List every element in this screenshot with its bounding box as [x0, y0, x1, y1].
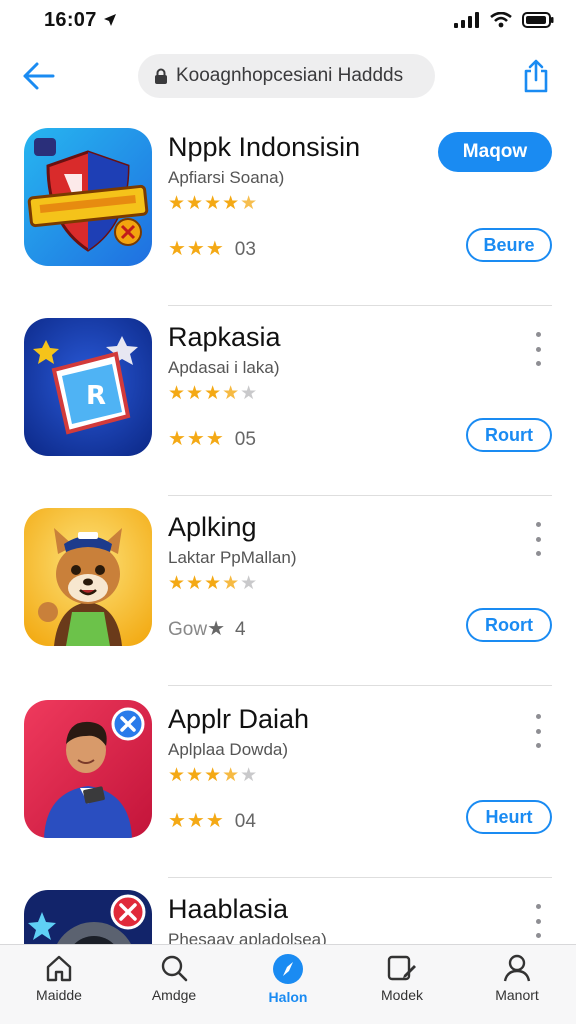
status-icons — [454, 12, 554, 28]
row-divider — [168, 685, 552, 686]
app-subtitle: Apfiarsi Soana) — [168, 168, 285, 187]
tab-edit[interactable]: Modek — [352, 953, 452, 1017]
svg-text:R: R — [86, 381, 106, 411]
status-time: 16:07 — [44, 9, 117, 32]
tab-label: Maidde — [36, 987, 82, 1003]
search-icon — [161, 955, 188, 982]
meta-number: 04 — [234, 811, 256, 832]
secondary-action-button[interactable]: Heurt — [466, 800, 552, 834]
more-options-icon[interactable] — [528, 522, 548, 556]
wifi-icon — [490, 12, 512, 28]
app-row[interactable]: Applr Daiah Aplplaa Dowda) ★★★★★ ★★★ 04 H… — [0, 688, 576, 878]
star-rating: ★★★★★ — [168, 765, 259, 786]
app-name[interactable]: Haablasia — [168, 894, 288, 925]
app-name[interactable]: Aplking — [168, 512, 257, 543]
more-options-icon[interactable] — [528, 714, 548, 748]
star-rating: ★★★★★ — [168, 383, 259, 404]
tab-label: Halon — [268, 989, 308, 1005]
meta-number: 4 — [235, 619, 246, 640]
nav-bar: Kooagnhopcesiani Haddds — [0, 50, 576, 104]
flag-ticket-icon[interactable]: R — [24, 318, 152, 456]
meta-number: 05 — [234, 429, 256, 450]
tab-label: Manort — [495, 987, 539, 1003]
app-name[interactable]: Nppk Indonsisin — [168, 132, 360, 163]
meta-prefix: Gow — [168, 619, 208, 640]
fox-mascot-icon[interactable] — [24, 508, 152, 646]
battery-icon — [522, 12, 554, 28]
tab-label: Amdge — [151, 987, 197, 1003]
app-name[interactable]: Rapkasia — [168, 322, 281, 353]
share-icon — [524, 59, 548, 93]
shield-game-icon[interactable] — [24, 128, 152, 266]
status-time-text: 16:07 — [44, 9, 97, 31]
app-meta: ★★★ 03 — [168, 238, 256, 260]
app-subtitle: Laktar PpMallan) — [168, 548, 297, 567]
tab-bar: Maidde Amdge Halon Modek Manort — [0, 944, 576, 1024]
lock-icon — [154, 68, 168, 84]
app-meta: ★★★ 04 — [168, 810, 256, 832]
more-options-icon[interactable] — [528, 332, 548, 366]
app-subtitle: Phesaay apladolsea) — [168, 930, 327, 944]
edit-icon — [387, 955, 416, 981]
search-text: Kooagnhopcesiani Haddds — [176, 65, 404, 86]
primary-action-button[interactable]: Maqow — [438, 132, 552, 172]
back-button[interactable] — [18, 56, 58, 96]
location-arrow-icon — [103, 14, 116, 26]
tab-home[interactable]: Maidde — [9, 953, 109, 1017]
signal-icon — [454, 12, 479, 28]
app-name[interactable]: Applr Daiah — [168, 704, 309, 735]
home-icon — [46, 955, 72, 982]
tab-label: Modek — [380, 987, 424, 1003]
app-row[interactable]: R Rapkasia Apdasai i laka) ★★★★★ ★★★ 05 R… — [0, 306, 576, 496]
share-button[interactable] — [518, 54, 554, 98]
compass-icon — [273, 954, 303, 984]
app-row[interactable]: Aplking Laktar PpMallan) ★★★★★ Gow★ 4 Roo… — [0, 496, 576, 686]
app-row[interactable]: Nppk Indonsisin Apfiarsi Soana) ★★★★★ ★★… — [0, 116, 576, 306]
tab-search[interactable]: Amdge — [124, 953, 224, 1017]
more-options-icon[interactable] — [528, 904, 548, 938]
secondary-action-button[interactable]: Roort — [466, 608, 552, 642]
app-row[interactable]: Haablasia Phesaay apladolsea) — [0, 878, 576, 944]
star-rating: ★★★★★ — [168, 573, 259, 594]
search-field[interactable]: Kooagnhopcesiani Haddds — [138, 54, 435, 98]
app-subtitle: Apdasai i laka) — [168, 358, 280, 377]
meta-number: 03 — [234, 239, 256, 260]
back-arrow-icon — [23, 62, 55, 90]
person-icon — [503, 954, 531, 982]
tab-discover[interactable]: Halon — [238, 953, 338, 1017]
secondary-action-button[interactable]: Beure — [466, 228, 552, 262]
app-subtitle: Aplplaa Dowda) — [168, 740, 289, 759]
status-bar: 16:07 — [0, 0, 576, 44]
app-meta: Gow★ 4 — [168, 618, 246, 640]
app-meta: ★★★ 05 — [168, 428, 256, 450]
secondary-action-button[interactable]: Rourt — [466, 418, 552, 452]
tab-profile[interactable]: Manort — [467, 953, 567, 1017]
dark-app-icon[interactable] — [24, 890, 152, 944]
star-rating: ★★★★★ — [168, 193, 259, 214]
businessman-icon[interactable] — [24, 700, 152, 838]
